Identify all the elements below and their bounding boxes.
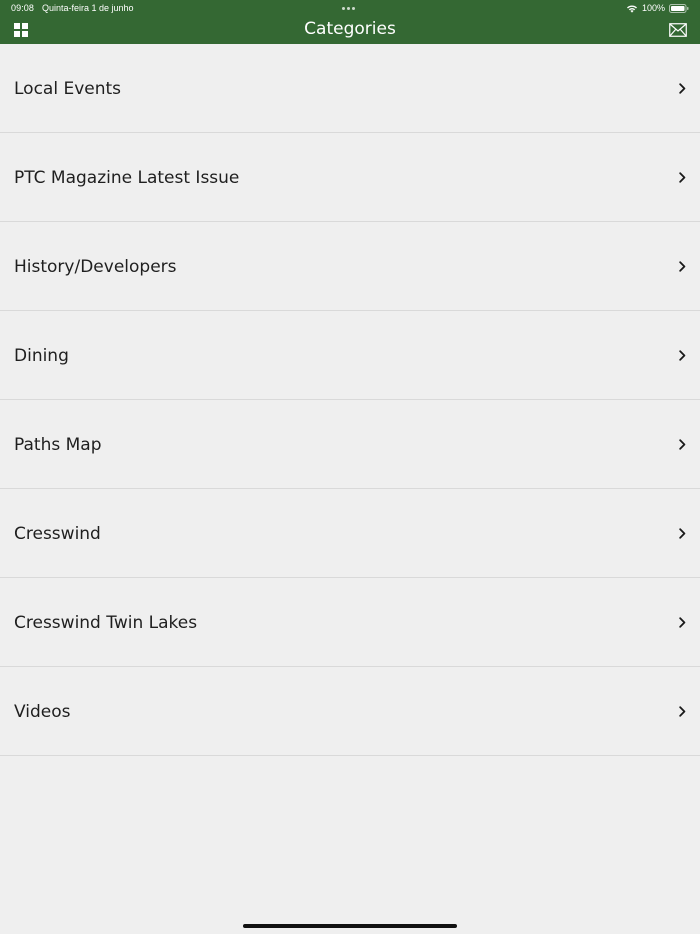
categories-list: Local Events PTC Magazine Latest Issue H…	[0, 44, 700, 756]
chevron-right-icon	[679, 528, 686, 539]
category-label: PTC Magazine Latest Issue	[14, 168, 240, 188]
battery-icon	[669, 3, 689, 13]
top-bar: 09:08 Quinta-feira 1 de junho 100% Categ…	[0, 0, 700, 44]
mail-button[interactable]	[669, 22, 687, 37]
category-label: History/Developers	[14, 257, 177, 277]
category-label: Paths Map	[14, 435, 102, 455]
category-label: Cresswind Twin Lakes	[14, 613, 198, 633]
category-item-history-developers[interactable]: History/Developers	[0, 222, 700, 311]
category-label: Videos	[14, 702, 71, 722]
category-label: Dining	[14, 346, 69, 366]
category-item-cresswind-twin-lakes[interactable]: Cresswind Twin Lakes	[0, 578, 700, 667]
status-date: Quinta-feira 1 de junho	[42, 3, 134, 13]
wifi-icon	[626, 4, 638, 13]
chevron-right-icon	[679, 439, 686, 450]
battery-percentage: 100%	[641, 3, 665, 13]
category-item-paths-map[interactable]: Paths Map	[0, 400, 700, 489]
category-label: Local Events	[14, 79, 122, 99]
chevron-right-icon	[679, 617, 686, 628]
chevron-right-icon	[679, 261, 686, 272]
chevron-right-icon	[679, 83, 686, 94]
multitask-dots-icon[interactable]	[342, 7, 355, 10]
status-indicators: 100%	[626, 2, 689, 14]
category-item-ptc-magazine[interactable]: PTC Magazine Latest Issue	[0, 133, 700, 222]
category-item-videos[interactable]: Videos	[0, 667, 700, 756]
category-item-cresswind[interactable]: Cresswind	[0, 489, 700, 578]
category-label: Cresswind	[14, 524, 101, 544]
chevron-right-icon	[679, 172, 686, 183]
category-item-local-events[interactable]: Local Events	[0, 44, 700, 133]
status-time: 09:08	[11, 3, 35, 13]
page-title: Categories	[304, 19, 396, 39]
mail-icon	[669, 23, 687, 37]
category-item-dining[interactable]: Dining	[0, 311, 700, 400]
chevron-right-icon	[679, 350, 686, 361]
chevron-right-icon	[679, 706, 686, 717]
home-indicator[interactable]	[243, 924, 457, 928]
